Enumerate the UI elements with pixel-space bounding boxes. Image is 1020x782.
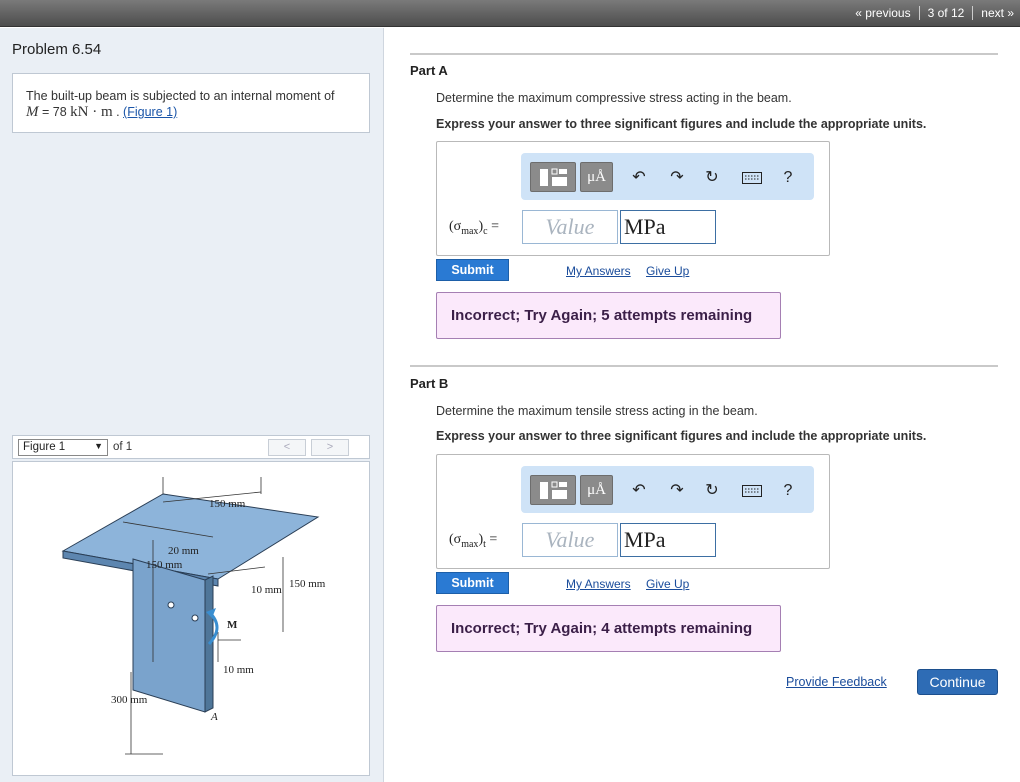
statement-sep: . bbox=[112, 105, 124, 119]
pager: « previous 3 of 12 next » bbox=[855, 6, 1014, 20]
part-b-my-answers-link[interactable]: My Answers bbox=[566, 577, 631, 591]
units-button[interactable]: μÅ bbox=[580, 162, 613, 192]
provide-feedback-link[interactable]: Provide Feedback bbox=[786, 675, 887, 689]
beam-top-flange bbox=[61, 493, 320, 580]
moment-label: M bbox=[227, 619, 238, 631]
undo-icon[interactable]: ↶ bbox=[628, 480, 650, 502]
beam-figure: 150 mm 20 mm 150 mm 10 mm 150 mm M 10 mm… bbox=[61, 477, 326, 755]
previous-link[interactable]: « previous bbox=[855, 6, 910, 20]
sigma-symbol: (σ bbox=[449, 532, 462, 547]
part-a-unit-input[interactable]: MPa bbox=[620, 210, 716, 244]
part-a-math-toolbar: μÅ ↶ ↷ ↻ ? bbox=[521, 153, 814, 200]
sigma-subscript: max bbox=[461, 538, 479, 550]
part-b-feedback: Incorrect; Try Again; 4 attempts remaini… bbox=[436, 605, 781, 652]
part-a-submit-button[interactable]: Submit bbox=[436, 259, 509, 281]
part-b-title: Part B bbox=[410, 376, 449, 391]
figure-link[interactable]: (Figure 1) bbox=[123, 105, 177, 119]
keyboard-icon[interactable] bbox=[741, 167, 763, 189]
figure-area: 150 mm 20 mm 150 mm 10 mm 150 mm M 10 mm… bbox=[12, 461, 370, 776]
reset-icon[interactable]: ↻ bbox=[701, 167, 723, 189]
part-b-value-input[interactable]: Value bbox=[522, 523, 618, 557]
figure-navigation: Figure 1 ▼ of 1 < > bbox=[12, 435, 370, 459]
part-b-answer-label: (σmax)t = bbox=[449, 532, 497, 550]
dim-web-depth: 150 mm bbox=[289, 578, 326, 590]
part-b-question: Determine the maximum tensile stress act… bbox=[436, 404, 758, 418]
templates-icon bbox=[540, 168, 567, 186]
pager-divider bbox=[972, 6, 974, 20]
label-equals: = bbox=[485, 532, 498, 547]
part-b-answer-box: μÅ ↶ ↷ ↻ ? (σmax)t = Value MPa bbox=[436, 454, 830, 569]
part-a-question: Determine the maximum compressive stress… bbox=[436, 91, 792, 105]
figure-count: of 1 bbox=[113, 441, 133, 453]
statement-text: The built-up beam is subjected to an int… bbox=[26, 89, 335, 103]
redo-icon[interactable]: ↷ bbox=[666, 480, 688, 502]
figure-next-button[interactable]: > bbox=[311, 439, 349, 456]
part-a-title: Part A bbox=[410, 63, 448, 78]
bolt-hole bbox=[167, 601, 175, 609]
part-b-give-up-link[interactable]: Give Up bbox=[646, 577, 689, 591]
part-b-unit-input[interactable]: MPa bbox=[620, 523, 716, 557]
redo-icon[interactable]: ↷ bbox=[666, 167, 688, 189]
problem-statement: The built-up beam is subjected to an int… bbox=[12, 73, 370, 133]
top-bar: « previous 3 of 12 next » bbox=[0, 0, 1020, 27]
moment-value: = 78 bbox=[38, 105, 71, 119]
sigma-symbol: (σ bbox=[449, 219, 462, 234]
part-a-answer-box: μÅ ↶ ↷ ↻ ? (σmax)c = Value MPa bbox=[436, 141, 830, 256]
help-icon[interactable]: ? bbox=[777, 167, 799, 189]
next-link[interactable]: next » bbox=[981, 6, 1014, 20]
point-label: A bbox=[210, 711, 218, 723]
part-a-divider bbox=[410, 53, 998, 55]
part-a-give-up-link[interactable]: Give Up bbox=[646, 264, 689, 278]
reset-icon[interactable]: ↻ bbox=[701, 480, 723, 502]
templates-icon bbox=[540, 481, 567, 499]
pager-position: 3 of 12 bbox=[927, 6, 965, 20]
undo-icon[interactable]: ↶ bbox=[628, 167, 650, 189]
part-a-answer-label: (σmax)c = bbox=[449, 219, 499, 237]
part-b-divider bbox=[410, 365, 998, 367]
beam-front-plate bbox=[132, 558, 206, 713]
problem-panel: Problem 6.54 The built-up beam is subjec… bbox=[0, 28, 384, 782]
templates-button[interactable] bbox=[530, 475, 576, 505]
moment-unit: kN · m bbox=[70, 104, 113, 120]
chevron-down-icon: ▼ bbox=[94, 441, 103, 451]
part-a-my-answers-link[interactable]: My Answers bbox=[566, 264, 631, 278]
part-a-feedback: Incorrect; Try Again; 5 attempts remaini… bbox=[436, 292, 781, 339]
continue-button[interactable]: Continue bbox=[917, 669, 998, 695]
sigma-subscript: max bbox=[461, 225, 479, 237]
label-equals: = bbox=[487, 219, 499, 234]
units-button[interactable]: μÅ bbox=[580, 475, 613, 505]
figure-prev-button[interactable]: < bbox=[268, 439, 306, 456]
dim-top-width: 150 mm bbox=[209, 498, 246, 510]
dim-web-thickness: 10 mm bbox=[251, 584, 282, 596]
figure-select-value: Figure 1 bbox=[23, 441, 66, 453]
moment-variable: M bbox=[26, 104, 39, 120]
dim-height: 300 mm bbox=[111, 694, 148, 706]
part-a-value-input[interactable]: Value bbox=[522, 210, 618, 244]
part-b-submit-button[interactable]: Submit bbox=[436, 572, 509, 594]
bolt-hole bbox=[191, 614, 199, 622]
part-a-instruction: Express your answer to three significant… bbox=[436, 117, 927, 131]
figure-select[interactable]: Figure 1 ▼ bbox=[18, 439, 108, 456]
templates-button[interactable] bbox=[530, 162, 576, 192]
keyboard-icon[interactable] bbox=[741, 480, 763, 502]
problem-title: Problem 6.54 bbox=[12, 41, 102, 58]
dim-bottom-thickness: 10 mm bbox=[223, 664, 254, 676]
dim-thickness-top: 20 mm bbox=[168, 545, 199, 557]
dim-flange-width: 150 mm bbox=[146, 559, 183, 571]
part-b-instruction: Express your answer to three significant… bbox=[436, 429, 927, 443]
help-icon[interactable]: ? bbox=[777, 480, 799, 502]
pager-divider bbox=[918, 6, 920, 20]
part-b-math-toolbar: μÅ ↶ ↷ ↻ ? bbox=[521, 466, 814, 513]
